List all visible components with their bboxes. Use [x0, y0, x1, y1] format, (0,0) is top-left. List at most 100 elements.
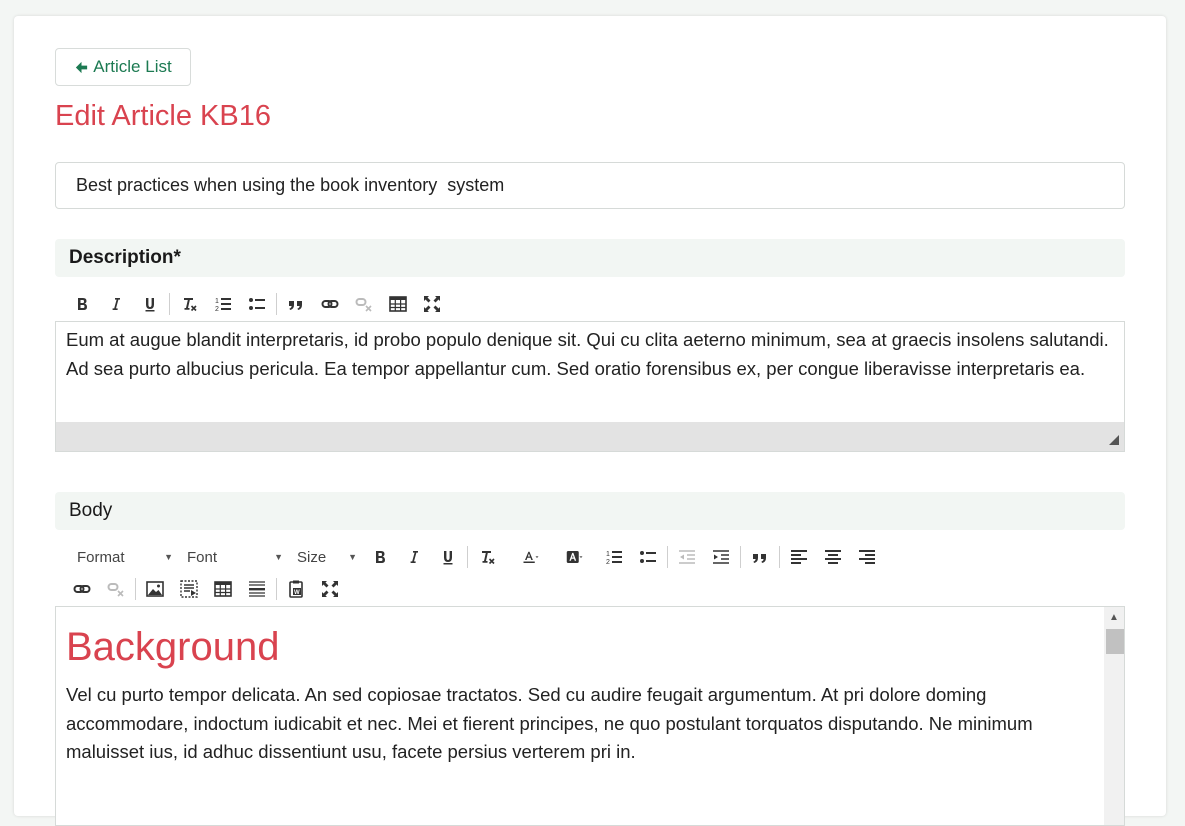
bold-icon	[78, 298, 87, 310]
numbered-list-button[interactable]: 12	[206, 291, 240, 317]
description-label: Description*	[55, 239, 1125, 277]
quote-icon	[289, 301, 302, 310]
link-icon	[73, 585, 91, 593]
font-combo-label: Font	[187, 548, 218, 566]
svg-text:2: 2	[606, 559, 610, 566]
italic-button[interactable]	[397, 544, 431, 570]
underline-icon	[443, 551, 453, 565]
link-button[interactable]	[313, 291, 347, 317]
size-combo[interactable]: Size ▼	[289, 544, 363, 570]
iframe-button[interactable]	[172, 576, 206, 602]
unlink-button[interactable]	[99, 576, 133, 602]
numbered-list-button[interactable]: 12	[597, 544, 631, 570]
table-icon	[389, 296, 407, 312]
bold-button[interactable]	[65, 291, 99, 317]
align-right-button[interactable]	[850, 544, 884, 570]
bulleted-list-button[interactable]	[631, 544, 665, 570]
blockquote-button[interactable]	[279, 291, 313, 317]
arrow-left-icon	[76, 61, 88, 73]
toolbar-separator	[276, 578, 277, 600]
bold-icon	[376, 551, 385, 563]
toolbar-separator	[779, 546, 780, 568]
edit-article-card: Article List Edit Article KB16 Descripti…	[14, 16, 1166, 826]
scroll-up-icon[interactable]: ▲	[1104, 607, 1124, 627]
embed-icon	[180, 580, 198, 598]
svg-text:2: 2	[215, 306, 219, 313]
format-combo[interactable]: Format ▼	[69, 544, 179, 570]
numbered-list-icon: 12	[215, 298, 231, 313]
resize-grip-icon[interactable]	[1109, 435, 1119, 445]
table-button[interactable]	[206, 576, 240, 602]
underline-button[interactable]	[431, 544, 465, 570]
align-center-button[interactable]	[816, 544, 850, 570]
description-editor[interactable]: Eum at augue blandit interpretaris, id p…	[55, 321, 1125, 452]
size-combo-label: Size	[297, 548, 327, 566]
body-scrollbar[interactable]: ▲	[1104, 607, 1124, 825]
bold-button[interactable]	[363, 544, 397, 570]
table-icon	[214, 581, 232, 597]
align-right-icon	[859, 550, 875, 564]
body-toolbar-row-2: W	[65, 576, 347, 602]
page-title: Edit Article KB16	[55, 100, 271, 132]
maximize-icon	[322, 581, 338, 597]
body-editor[interactable]: Background Vel cu purto tempor delicata.…	[55, 606, 1125, 826]
indent-icon	[713, 550, 729, 564]
article-list-label: Article List	[93, 57, 172, 76]
italic-icon	[410, 551, 418, 563]
paste-from-word-icon: W	[289, 580, 303, 598]
background-color-button[interactable]	[553, 544, 597, 570]
caret-down-icon: ▼	[164, 552, 173, 562]
increase-indent-button[interactable]	[704, 544, 738, 570]
align-center-icon	[825, 550, 841, 564]
link-button[interactable]	[65, 576, 99, 602]
article-title-input[interactable]	[55, 162, 1125, 209]
toolbar-separator	[740, 546, 741, 568]
unlink-icon	[355, 298, 372, 312]
scroll-thumb[interactable]	[1106, 629, 1124, 654]
svg-text:1: 1	[215, 298, 219, 305]
italic-button[interactable]	[99, 291, 133, 317]
remove-format-button[interactable]	[470, 544, 504, 570]
decrease-indent-button[interactable]	[670, 544, 704, 570]
quote-icon	[753, 554, 766, 563]
toolbar-separator	[467, 546, 468, 568]
body-heading[interactable]: Background	[66, 625, 279, 670]
table-button[interactable]	[381, 291, 415, 317]
article-list-button[interactable]: Article List	[55, 48, 191, 86]
maximize-icon	[424, 296, 440, 312]
font-combo[interactable]: Font ▼	[179, 544, 289, 570]
body-toolbar-row-1: Format ▼ Font ▼ Size ▼ 12	[69, 544, 884, 570]
image-icon	[146, 581, 164, 597]
remove-format-icon	[184, 298, 197, 312]
paste-word-button[interactable]: W	[279, 576, 313, 602]
bulleted-list-icon	[249, 298, 265, 310]
body-paragraph[interactable]: Vel cu purto tempor delicata. An sed cop…	[66, 681, 1086, 767]
remove-format-icon	[482, 551, 495, 565]
numbered-list-icon: 12	[606, 551, 622, 566]
description-toolbar: 12	[65, 291, 449, 317]
underline-icon	[145, 298, 155, 312]
horizontal-line-icon	[249, 581, 265, 597]
horizontal-line-button[interactable]	[240, 576, 274, 602]
align-left-button[interactable]	[782, 544, 816, 570]
blockquote-button[interactable]	[743, 544, 777, 570]
image-button[interactable]	[138, 576, 172, 602]
unlink-icon	[107, 583, 124, 597]
caret-down-icon: ▼	[348, 552, 357, 562]
remove-format-button[interactable]	[172, 291, 206, 317]
toolbar-separator	[135, 578, 136, 600]
bulleted-list-icon	[640, 551, 656, 563]
text-color-button[interactable]	[509, 544, 553, 570]
toolbar-separator	[276, 293, 277, 315]
unlink-button[interactable]	[347, 291, 381, 317]
format-combo-label: Format	[77, 548, 125, 566]
description-text[interactable]: Eum at augue blandit interpretaris, id p…	[56, 322, 1124, 387]
underline-button[interactable]	[133, 291, 167, 317]
toolbar-separator	[667, 546, 668, 568]
svg-text:1: 1	[606, 551, 610, 558]
bulleted-list-button[interactable]	[240, 291, 274, 317]
maximize-button[interactable]	[313, 576, 347, 602]
link-icon	[321, 300, 339, 308]
maximize-button[interactable]	[415, 291, 449, 317]
